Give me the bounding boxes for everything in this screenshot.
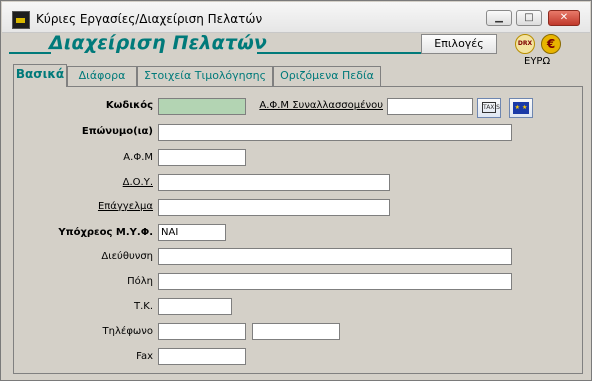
heading-underline-left — [9, 52, 51, 54]
fax-field[interactable] — [158, 348, 246, 365]
taxis-lookup-button[interactable]: TAXIS — [477, 98, 501, 118]
drachma-currency-icon[interactable]: DRX — [515, 34, 535, 54]
code-label: Κωδικός — [105, 100, 153, 111]
page-title: Διαχείριση Πελατών — [49, 32, 268, 54]
phone-label: Τηλέφωνο — [102, 326, 153, 337]
tab-basic[interactable]: Βασικά — [13, 64, 67, 87]
code-field[interactable] — [158, 98, 246, 115]
eu-vat-lookup-button[interactable]: ★ ★ — [509, 98, 533, 118]
zip-label: Τ.Κ. — [133, 301, 153, 312]
taxis-icon: TAXIS — [482, 102, 500, 113]
surname-field[interactable] — [158, 124, 512, 141]
options-button[interactable]: Επιλογές — [421, 34, 497, 54]
phone-field-2[interactable] — [252, 323, 340, 340]
address-field[interactable] — [158, 248, 512, 265]
title-bar[interactable]: Κύριες Εργασίες/Διαχείριση Πελατών ▁ □ ✕ — [2, 2, 590, 33]
city-field[interactable] — [158, 273, 512, 290]
app-window: Κύριες Εργασίες/Διαχείριση Πελατών ▁ □ ✕… — [0, 0, 592, 381]
profession-label[interactable]: Επάγγελμα — [61, 201, 153, 212]
profession-field[interactable] — [158, 199, 390, 216]
counterparty-afm-field[interactable] — [387, 98, 473, 115]
tab-billing-info[interactable]: Στοιχεία Τιμολόγησης — [137, 66, 273, 86]
window-title: Κύριες Εργασίες/Διαχείριση Πελατών — [36, 12, 263, 26]
doy-label[interactable]: Δ.Ο.Υ. — [61, 177, 153, 188]
phone-field-1[interactable] — [158, 323, 246, 340]
tab-misc[interactable]: Διάφορα — [67, 66, 137, 86]
afm-field[interactable] — [158, 149, 246, 166]
vat-liable-field[interactable]: ΝΑΙ — [158, 224, 226, 241]
surname-label: Επώνυμο(ια) — [81, 126, 153, 137]
maximize-button[interactable]: □ — [516, 10, 542, 26]
minimize-button[interactable]: ▁ — [486, 10, 512, 26]
doy-field[interactable] — [158, 174, 390, 191]
vat-liable-label: Υπόχρεος Μ.Υ.Φ. — [58, 227, 153, 238]
page-heading: Διαχείριση Πελατών — [9, 32, 585, 57]
euro-currency-icon[interactable]: € — [541, 34, 561, 54]
close-button[interactable]: ✕ — [548, 10, 580, 26]
fax-label: Fax — [136, 351, 153, 362]
app-icon — [12, 11, 30, 29]
address-label: Διεύθυνση — [101, 251, 153, 262]
zip-field[interactable] — [158, 298, 232, 315]
city-label: Πόλη — [127, 276, 153, 287]
afm-label: Α.Φ.Μ — [123, 152, 153, 163]
heading-underline-right — [257, 52, 431, 54]
eu-flag-icon: ★ ★ — [513, 102, 529, 114]
tab-bar: Βασικά Διάφορα Στοιχεία Τιμολόγησης Οριζ… — [13, 64, 583, 87]
counterparty-afm-label[interactable]: Α.Φ.Μ Συναλλασσομένου — [241, 100, 383, 111]
tab-custom-fields[interactable]: Οριζόμενα Πεδία — [273, 66, 381, 86]
